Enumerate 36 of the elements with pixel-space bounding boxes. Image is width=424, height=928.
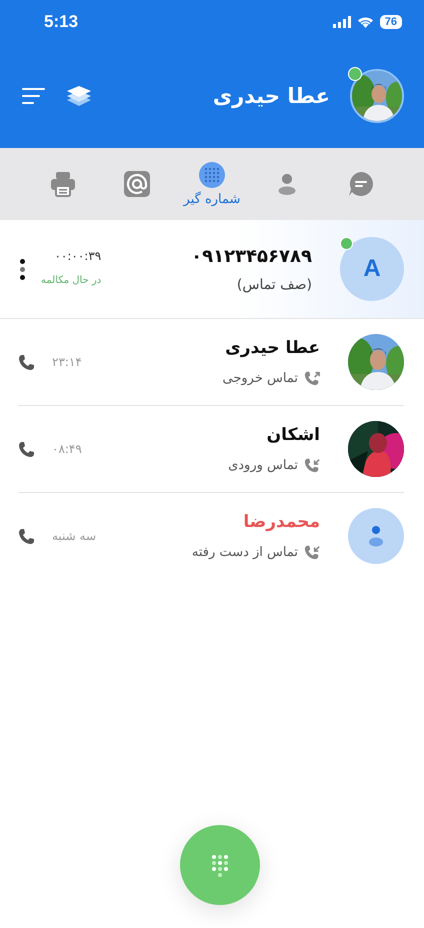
call-type-label: تماس از دست رفته [192, 544, 298, 560]
call-type-label: تماس ورودی [228, 458, 298, 472]
battery-indicator: 76 [380, 15, 402, 29]
printer-icon [50, 171, 76, 197]
more-options-icon[interactable] [18, 256, 27, 282]
dialpad-tab[interactable]: شماره گیر [180, 162, 244, 206]
menu-icon[interactable] [22, 87, 46, 105]
at-sign-icon [124, 171, 150, 197]
contact-name: اشکان [266, 425, 320, 445]
call-type-label: تماس خروجی [222, 370, 298, 386]
contact-name: عطا حیدری [225, 338, 320, 358]
contact-name: محمدرضا [243, 512, 320, 532]
dialpad-icon [198, 162, 225, 188]
clock: 5:13 [44, 12, 78, 32]
user-name: عطا حیدری [212, 84, 330, 108]
call-status: در حال مکالمه [41, 274, 102, 286]
person-icon [276, 171, 298, 197]
call-time: ۰۸:۴۹ [52, 442, 82, 456]
call-direction-icon [304, 544, 320, 560]
chat-icon [348, 171, 374, 197]
call-direction-icon [304, 457, 320, 473]
wifi-icon [356, 16, 374, 28]
call-timer: ۰۰:۰۰:۳۹ [53, 248, 102, 262]
phone-icon[interactable] [18, 353, 36, 371]
call-time: ۲۳:۱۴ [52, 355, 82, 369]
phone-number: ۰۹۱۲۳۴۵۶۷۸۹ [191, 246, 312, 266]
contact-avatar: A [340, 237, 404, 301]
call-time: سه شنبه [52, 529, 96, 543]
phone-icon[interactable] [18, 440, 36, 458]
call-direction-icon [304, 370, 320, 386]
phone-icon[interactable] [18, 527, 36, 545]
signal-icon [332, 16, 351, 28]
profile-avatar[interactable] [350, 69, 404, 123]
layers-icon[interactable] [66, 85, 92, 107]
person-icon [368, 525, 384, 547]
call-queue-label: (صف تماس) [236, 276, 312, 292]
